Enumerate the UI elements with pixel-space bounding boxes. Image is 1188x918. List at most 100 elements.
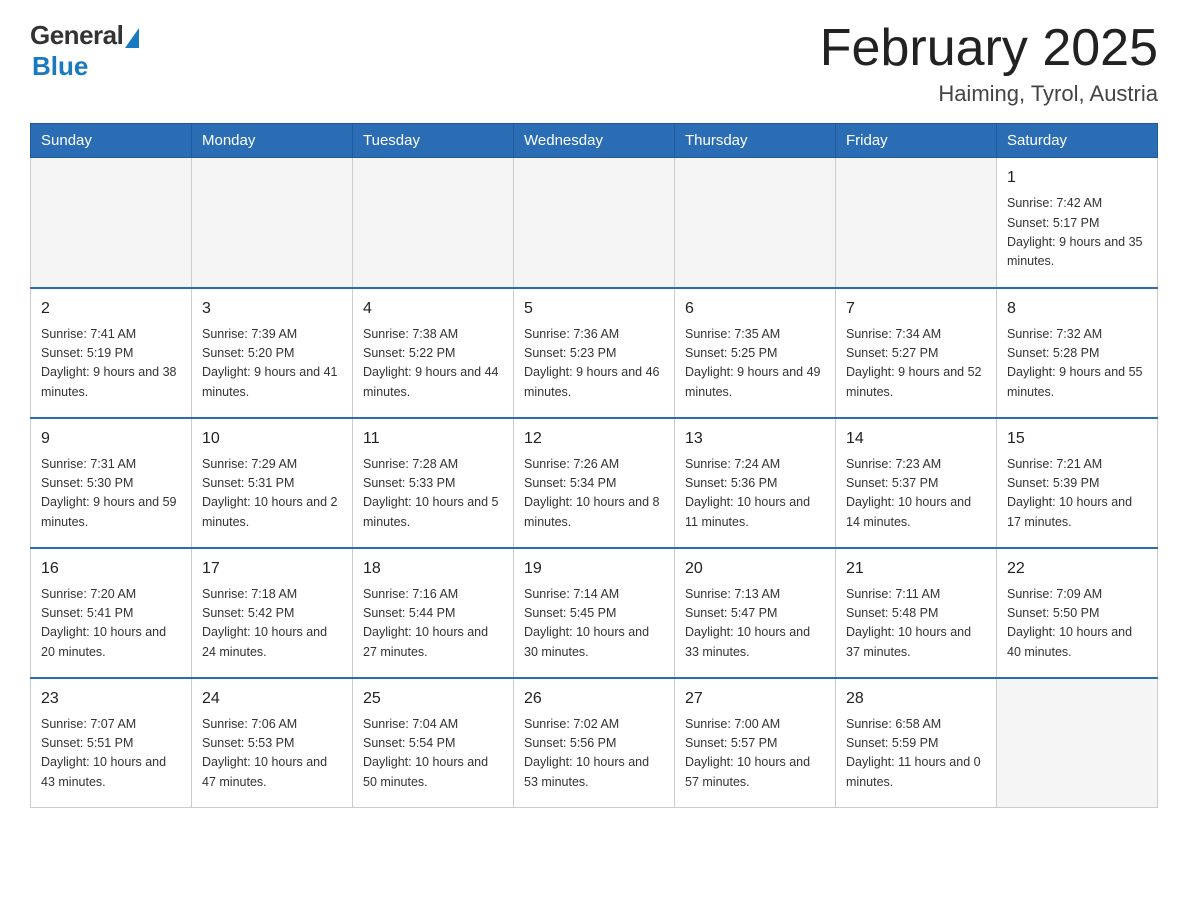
day-number: 10 <box>202 427 342 451</box>
day-number: 16 <box>41 557 181 581</box>
calendar-cell: 12 Sunrise: 7:26 AMSunset: 5:34 PMDayligh… <box>514 418 675 548</box>
day-of-week-header: Saturday <box>997 124 1158 158</box>
day-number: 24 <box>202 687 342 711</box>
day-info: Sunrise: 7:04 AMSunset: 5:54 PMDaylight:… <box>363 715 503 793</box>
day-info: Sunrise: 7:35 AMSunset: 5:25 PMDaylight:… <box>685 325 825 403</box>
calendar-cell: 27 Sunrise: 7:00 AMSunset: 5:57 PMDayligh… <box>675 678 836 808</box>
day-number: 1 <box>1007 166 1147 190</box>
day-of-week-header: Tuesday <box>353 124 514 158</box>
day-number: 3 <box>202 297 342 321</box>
day-number: 7 <box>846 297 986 321</box>
day-info: Sunrise: 7:11 AMSunset: 5:48 PMDaylight:… <box>846 585 986 663</box>
calendar-body: 1 Sunrise: 7:42 AMSunset: 5:17 PMDaylight… <box>31 158 1158 808</box>
day-number: 25 <box>363 687 503 711</box>
logo: General Blue <box>30 20 139 82</box>
day-number: 6 <box>685 297 825 321</box>
calendar-cell: 4 Sunrise: 7:38 AMSunset: 5:22 PMDaylight… <box>353 288 514 418</box>
day-number: 15 <box>1007 427 1147 451</box>
calendar-cell: 1 Sunrise: 7:42 AMSunset: 5:17 PMDaylight… <box>997 158 1158 288</box>
calendar-cell: 3 Sunrise: 7:39 AMSunset: 5:20 PMDaylight… <box>192 288 353 418</box>
day-number: 26 <box>524 687 664 711</box>
day-info: Sunrise: 7:18 AMSunset: 5:42 PMDaylight:… <box>202 585 342 663</box>
day-number: 18 <box>363 557 503 581</box>
day-info: Sunrise: 7:06 AMSunset: 5:53 PMDaylight:… <box>202 715 342 793</box>
calendar-cell: 7 Sunrise: 7:34 AMSunset: 5:27 PMDaylight… <box>836 288 997 418</box>
day-info: Sunrise: 7:23 AMSunset: 5:37 PMDaylight:… <box>846 455 986 533</box>
day-info: Sunrise: 7:31 AMSunset: 5:30 PMDaylight:… <box>41 455 181 533</box>
day-of-week-header: Wednesday <box>514 124 675 158</box>
day-number: 13 <box>685 427 825 451</box>
calendar-week-row: 1 Sunrise: 7:42 AMSunset: 5:17 PMDaylight… <box>31 158 1158 288</box>
day-number: 20 <box>685 557 825 581</box>
day-number: 22 <box>1007 557 1147 581</box>
day-info: Sunrise: 7:26 AMSunset: 5:34 PMDaylight:… <box>524 455 664 533</box>
day-number: 27 <box>685 687 825 711</box>
day-info: Sunrise: 7:13 AMSunset: 5:47 PMDaylight:… <box>685 585 825 663</box>
calendar-cell: 28 Sunrise: 6:58 AMSunset: 5:59 PMDayligh… <box>836 678 997 808</box>
day-info: Sunrise: 7:28 AMSunset: 5:33 PMDaylight:… <box>363 455 503 533</box>
day-info: Sunrise: 7:02 AMSunset: 5:56 PMDaylight:… <box>524 715 664 793</box>
calendar-cell: 19Sunrise: 7:14 AMSunset: 5:45 PMDayligh… <box>514 548 675 678</box>
day-number: 9 <box>41 427 181 451</box>
day-number: 8 <box>1007 297 1147 321</box>
day-number: 19 <box>524 557 664 581</box>
calendar-cell <box>192 158 353 288</box>
calendar-cell <box>353 158 514 288</box>
day-info: Sunrise: 7:42 AMSunset: 5:17 PMDaylight:… <box>1007 194 1147 272</box>
calendar-cell: 20 Sunrise: 7:13 AMSunset: 5:47 PMDayligh… <box>675 548 836 678</box>
day-number: 23 <box>41 687 181 711</box>
calendar-cell: 15 Sunrise: 7:21 AMSunset: 5:39 PMDayligh… <box>997 418 1158 548</box>
calendar-cell: 26 Sunrise: 7:02 AMSunset: 5:56 PMDayligh… <box>514 678 675 808</box>
calendar-week-row: 16 Sunrise: 7:20 AMSunset: 5:41 PMDayligh… <box>31 548 1158 678</box>
day-number: 5 <box>524 297 664 321</box>
calendar-cell: 13 Sunrise: 7:24 AMSunset: 5:36 PMDayligh… <box>675 418 836 548</box>
calendar-week-row: 2Sunrise: 7:41 AMSunset: 5:19 PMDaylight… <box>31 288 1158 418</box>
calendar-cell: 21 Sunrise: 7:11 AMSunset: 5:48 PMDayligh… <box>836 548 997 678</box>
day-info: Sunrise: 7:24 AMSunset: 5:36 PMDaylight:… <box>685 455 825 533</box>
calendar-week-row: 23Sunrise: 7:07 AMSunset: 5:51 PMDayligh… <box>31 678 1158 808</box>
calendar-cell <box>997 678 1158 808</box>
day-of-week-header: Thursday <box>675 124 836 158</box>
calendar-week-row: 9 Sunrise: 7:31 AMSunset: 5:30 PMDaylight… <box>31 418 1158 548</box>
calendar-cell: 11 Sunrise: 7:28 AMSunset: 5:33 PMDayligh… <box>353 418 514 548</box>
title-block: February 2025 Haiming, Tyrol, Austria <box>820 20 1158 107</box>
day-info: Sunrise: 7:39 AMSunset: 5:20 PMDaylight:… <box>202 325 342 403</box>
calendar-cell: 16 Sunrise: 7:20 AMSunset: 5:41 PMDayligh… <box>31 548 192 678</box>
day-info: Sunrise: 7:20 AMSunset: 5:41 PMDaylight:… <box>41 585 181 663</box>
day-number: 4 <box>363 297 503 321</box>
calendar-cell <box>675 158 836 288</box>
page-subtitle: Haiming, Tyrol, Austria <box>820 81 1158 107</box>
calendar-cell <box>836 158 997 288</box>
calendar-cell: 23Sunrise: 7:07 AMSunset: 5:51 PMDayligh… <box>31 678 192 808</box>
day-info: Sunrise: 7:34 AMSunset: 5:27 PMDaylight:… <box>846 325 986 403</box>
day-number: 28 <box>846 687 986 711</box>
page-title: February 2025 <box>820 20 1158 77</box>
day-info: Sunrise: 7:32 AMSunset: 5:28 PMDaylight:… <box>1007 325 1147 403</box>
day-info: Sunrise: 6:58 AMSunset: 5:59 PMDaylight:… <box>846 715 986 793</box>
day-number: 14 <box>846 427 986 451</box>
calendar-table: SundayMondayTuesdayWednesdayThursdayFrid… <box>30 123 1158 808</box>
day-info: Sunrise: 7:21 AMSunset: 5:39 PMDaylight:… <box>1007 455 1147 533</box>
day-of-week-header: Friday <box>836 124 997 158</box>
calendar-cell <box>31 158 192 288</box>
day-info: Sunrise: 7:41 AMSunset: 5:19 PMDaylight:… <box>41 325 181 403</box>
day-info: Sunrise: 7:16 AMSunset: 5:44 PMDaylight:… <box>363 585 503 663</box>
calendar-cell: 2Sunrise: 7:41 AMSunset: 5:19 PMDaylight… <box>31 288 192 418</box>
day-number: 21 <box>846 557 986 581</box>
day-info: Sunrise: 7:29 AMSunset: 5:31 PMDaylight:… <box>202 455 342 533</box>
day-info: Sunrise: 7:36 AMSunset: 5:23 PMDaylight:… <box>524 325 664 403</box>
calendar-cell: 6 Sunrise: 7:35 AMSunset: 5:25 PMDaylight… <box>675 288 836 418</box>
day-of-week-header: Monday <box>192 124 353 158</box>
day-of-week-header: Sunday <box>31 124 192 158</box>
calendar-cell: 5 Sunrise: 7:36 AMSunset: 5:23 PMDaylight… <box>514 288 675 418</box>
calendar-cell <box>514 158 675 288</box>
day-number: 11 <box>363 427 503 451</box>
day-number: 12 <box>524 427 664 451</box>
page-header: General Blue February 2025 Haiming, Tyro… <box>30 20 1158 107</box>
calendar-cell: 9 Sunrise: 7:31 AMSunset: 5:30 PMDaylight… <box>31 418 192 548</box>
logo-general-text: General <box>30 20 123 51</box>
calendar-cell: 22Sunrise: 7:09 AMSunset: 5:50 PMDayligh… <box>997 548 1158 678</box>
logo-blue-text: Blue <box>32 51 88 82</box>
day-info: Sunrise: 7:00 AMSunset: 5:57 PMDaylight:… <box>685 715 825 793</box>
day-info: Sunrise: 7:38 AMSunset: 5:22 PMDaylight:… <box>363 325 503 403</box>
